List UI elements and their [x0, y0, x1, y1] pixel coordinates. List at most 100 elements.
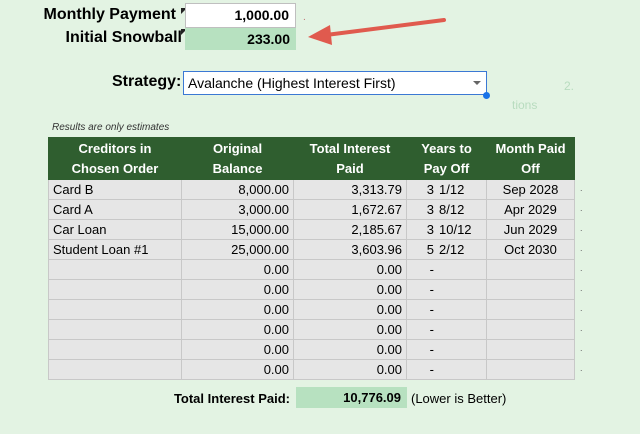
table-row: 0.00 0.00 -	[48, 279, 575, 300]
month-paid-off-cell[interactable]	[486, 339, 575, 360]
years-to-pay-off-cell[interactable]: -	[406, 359, 487, 380]
total-interest-value: 10,776.09	[296, 387, 407, 408]
original-balance-cell[interactable]: 0.00	[181, 259, 294, 280]
faint-word: tions	[512, 98, 538, 112]
table-row: 0.00 0.00 -	[48, 299, 575, 320]
total-interest-label: Total Interest Paid:	[173, 391, 290, 406]
total-interest-cell[interactable]: 0.00	[293, 359, 407, 380]
original-balance-cell[interactable]: 0.00	[181, 359, 294, 380]
original-balance-cell[interactable]: 3,000.00	[181, 199, 294, 220]
header-month-paid-off: Month Paid Off	[486, 137, 575, 180]
years-to-pay-off-cell[interactable]: -	[406, 319, 487, 340]
row-end-dot: .	[580, 303, 583, 313]
header-total-interest: Total Interest Paid	[293, 137, 407, 180]
table-header-row: Creditors in Chosen Order Original Balance…	[48, 137, 575, 180]
years-to-pay-off-cell[interactable]: 3 8/12	[406, 199, 487, 220]
total-interest-cell[interactable]: 3,313.79	[293, 179, 407, 200]
years-to-pay-off-cell[interactable]: 3 1/12	[406, 179, 487, 200]
years-to-pay-off-cell[interactable]: -	[406, 279, 487, 300]
month-paid-off-cell[interactable]	[486, 279, 575, 300]
month-paid-off-cell[interactable]	[486, 259, 575, 280]
table-row: 0.00 0.00 -	[48, 259, 575, 280]
years-to-pay-off-cell[interactable]: -	[406, 259, 487, 280]
original-balance-cell[interactable]: 0.00	[181, 339, 294, 360]
month-paid-off-cell[interactable]	[486, 299, 575, 320]
creditor-name-cell[interactable]: Card B	[48, 179, 182, 200]
original-balance-cell[interactable]: 25,000.00	[181, 239, 294, 260]
total-interest-cell[interactable]: 1,672.67	[293, 199, 407, 220]
years-value: -	[429, 342, 434, 357]
debt-table: Creditors in Chosen Order Original Balance…	[48, 137, 575, 380]
lower-is-better-note: (Lower is Better)	[411, 391, 507, 406]
strategy-label: Strategy:	[112, 73, 182, 90]
dropdown-arrow-icon[interactable]	[472, 80, 482, 86]
initial-snowball-value[interactable]: 233.00	[185, 28, 296, 50]
header-original-balance: Original Balance	[181, 137, 294, 180]
creditor-name-cell[interactable]: Student Loan #1	[48, 239, 182, 260]
creditor-name-cell[interactable]	[48, 359, 182, 380]
strategy-dropdown[interactable]: Avalanche (Highest Interest First)	[183, 71, 487, 95]
creditor-name-cell[interactable]	[48, 339, 182, 360]
row-end-dot: .	[580, 263, 583, 273]
month-paid-off-cell[interactable]	[486, 359, 575, 380]
creditor-name-cell[interactable]: Card A	[48, 199, 182, 220]
row-end-dot: .	[580, 223, 583, 233]
row-end-dot: .	[580, 343, 583, 353]
row-end-dot: .	[580, 323, 583, 333]
months-fraction: 10/12	[439, 222, 472, 237]
years-value: 3	[426, 182, 434, 197]
years-to-pay-off-cell[interactable]: -	[406, 299, 487, 320]
years-value: -	[429, 322, 434, 337]
years-to-pay-off-cell[interactable]: 5 2/12	[406, 239, 487, 260]
row-end-dot: .	[580, 243, 583, 253]
estimates-note: Results are only estimates	[52, 122, 170, 133]
header-creditors: Creditors in Chosen Order	[48, 137, 182, 180]
years-value: 3	[426, 202, 434, 217]
total-interest-cell[interactable]: 0.00	[293, 259, 407, 280]
creditor-name-cell[interactable]	[48, 259, 182, 280]
strategy-selected-value: Avalanche (Highest Interest First)	[188, 75, 396, 91]
red-arrow-icon	[308, 18, 446, 45]
total-interest-cell[interactable]: 0.00	[293, 319, 407, 340]
years-value: -	[429, 262, 434, 277]
month-paid-off-cell[interactable]: Oct 2030	[486, 239, 575, 260]
creditor-name-cell[interactable]	[48, 299, 182, 320]
creditor-name-cell[interactable]	[48, 319, 182, 340]
months-fraction: 8/12	[439, 202, 465, 217]
table-row: Car Loan 15,000.00 2,185.67 3 10/12 Jun 2029	[48, 219, 575, 240]
original-balance-cell[interactable]: 0.00	[181, 279, 294, 300]
years-value: -	[429, 362, 434, 377]
original-balance-cell[interactable]: 15,000.00	[181, 219, 294, 240]
original-balance-cell[interactable]: 0.00	[181, 299, 294, 320]
row-end-dot: .	[580, 203, 583, 213]
total-interest-cell[interactable]: 3,603.96	[293, 239, 407, 260]
table-row: Student Loan #1 25,000.00 3,603.96 5 2/12 Oct…	[48, 239, 575, 260]
initial-snowball-label: Initial Snowball	[65, 29, 182, 46]
months-fraction: 1/12	[439, 182, 465, 197]
years-value: -	[429, 282, 434, 297]
creditor-name-cell[interactable]	[48, 279, 182, 300]
month-paid-off-cell[interactable]: Apr 2029	[486, 199, 575, 220]
table-row: Card B 8,000.00 3,313.79 3 1/12 Sep 2028	[48, 179, 575, 200]
years-value: -	[429, 302, 434, 317]
row-end-dot: .	[580, 283, 583, 293]
total-interest-cell[interactable]: 0.00	[293, 339, 407, 360]
total-interest-cell[interactable]: 0.00	[293, 279, 407, 300]
years-to-pay-off-cell[interactable]: 3 10/12	[406, 219, 487, 240]
months-fraction: 2/12	[439, 242, 465, 257]
table-row: Card A 3,000.00 1,672.67 3 8/12 Apr 2029	[48, 199, 575, 220]
row-end-dot: .	[580, 363, 583, 373]
years-to-pay-off-cell[interactable]: -	[406, 339, 487, 360]
original-balance-cell[interactable]: 0.00	[181, 319, 294, 340]
month-paid-off-cell[interactable]	[486, 319, 575, 340]
total-interest-cell[interactable]: 2,185.67	[293, 219, 407, 240]
monthly-payment-input[interactable]: 1,000.00	[185, 3, 296, 28]
creditor-name-cell[interactable]: Car Loan	[48, 219, 182, 240]
month-paid-off-cell[interactable]: Jun 2029	[486, 219, 575, 240]
total-interest-cell[interactable]: 0.00	[293, 299, 407, 320]
original-balance-cell[interactable]: 8,000.00	[181, 179, 294, 200]
selection-handle[interactable]	[483, 92, 490, 99]
month-paid-off-cell[interactable]: Sep 2028	[486, 179, 575, 200]
header-years-to-pay-off: Years to Pay Off	[406, 137, 487, 180]
table-row: 0.00 0.00 -	[48, 339, 575, 360]
